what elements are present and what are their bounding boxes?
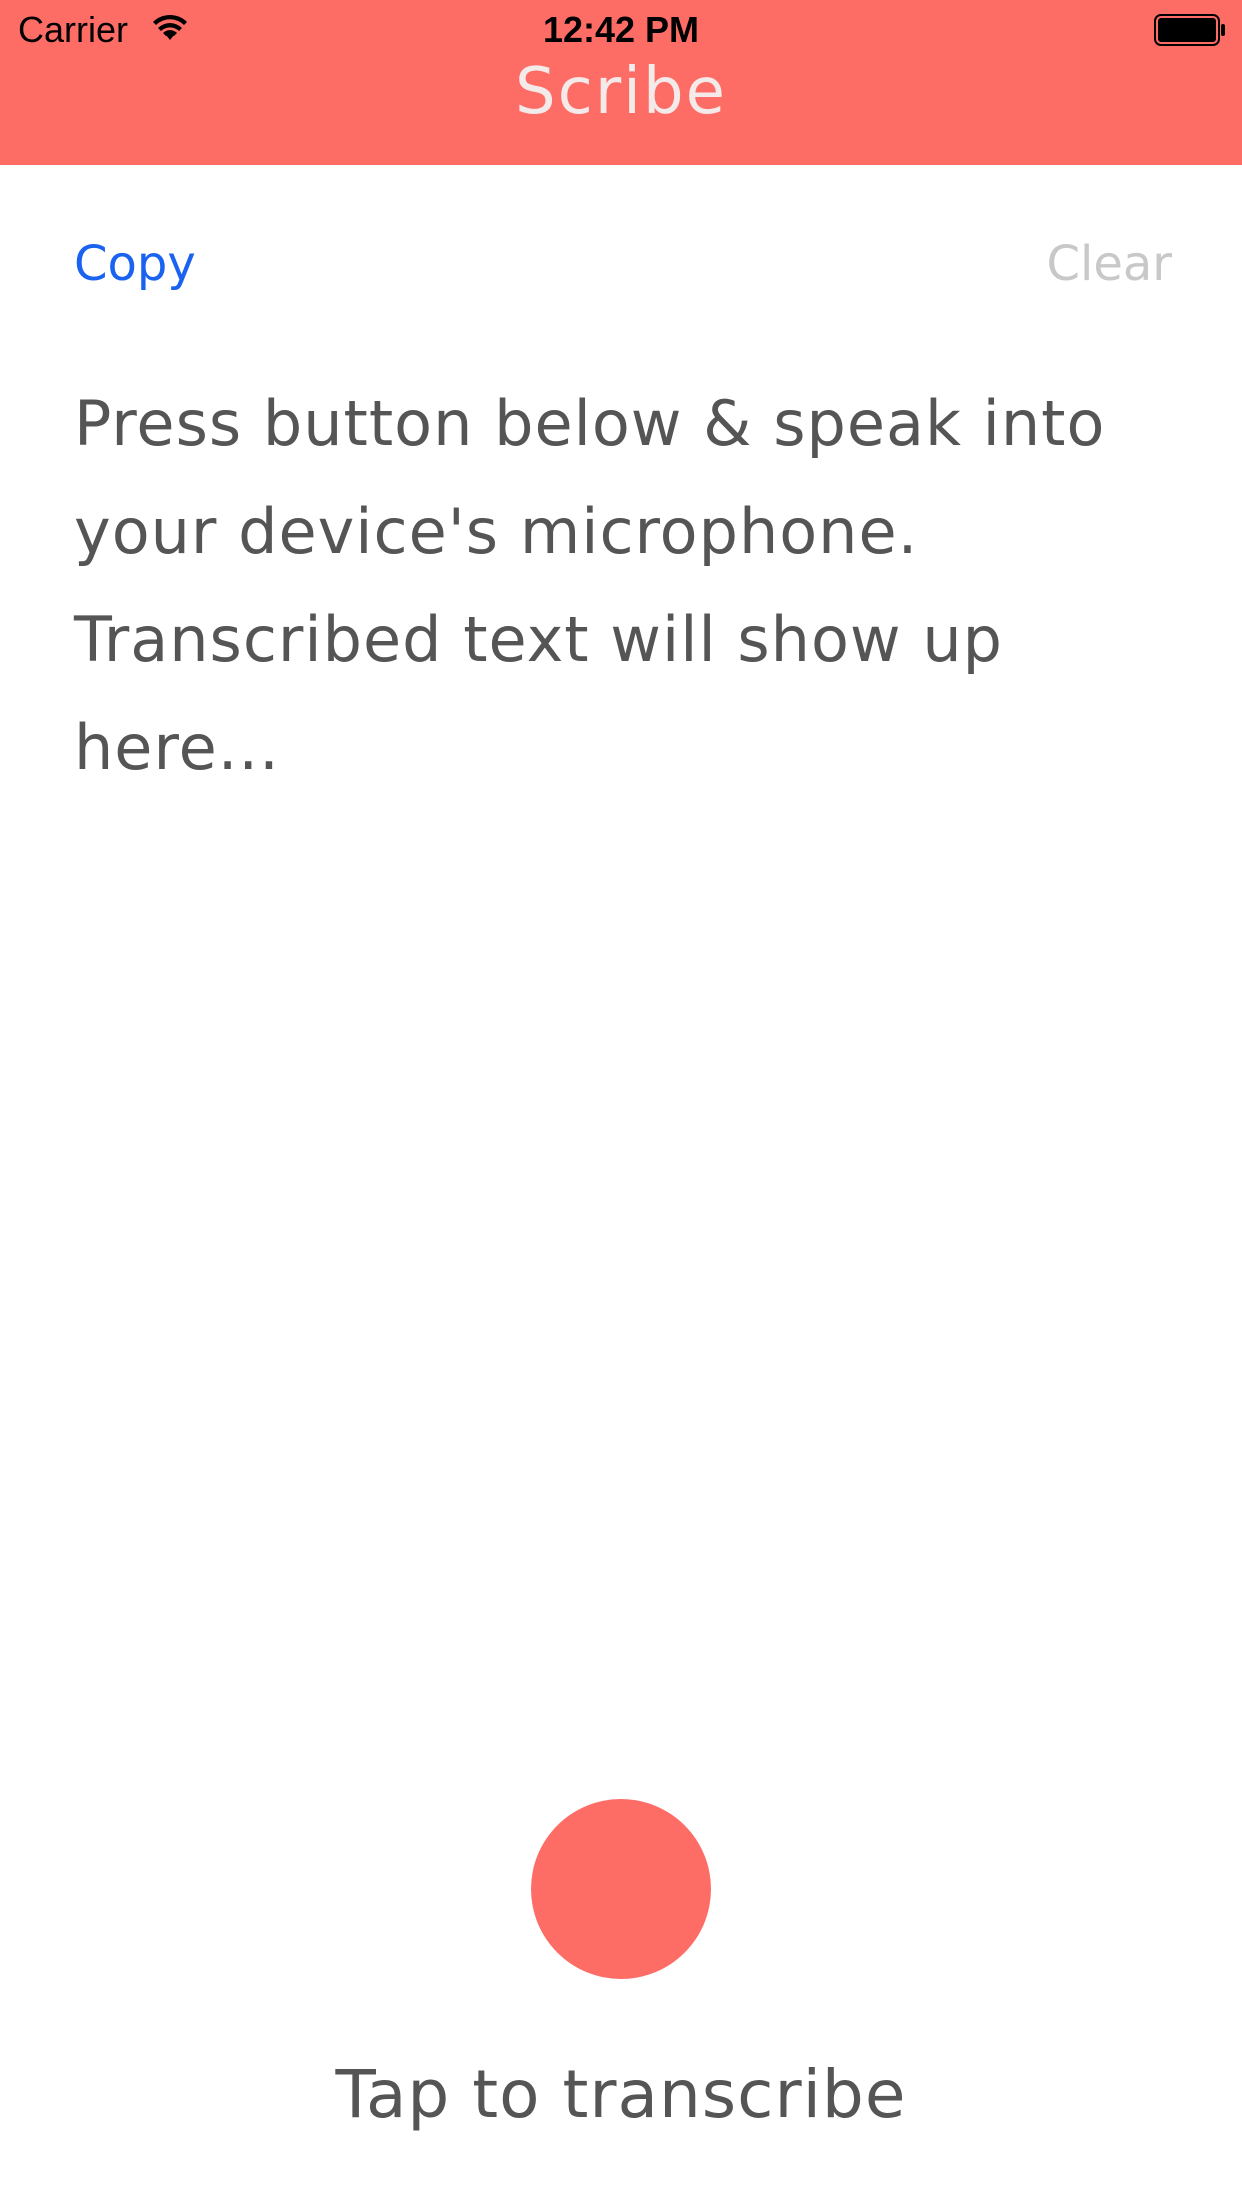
copy-button[interactable]: Copy [74,232,196,296]
clear-button[interactable]: Clear [1046,232,1172,296]
battery-icon [1154,14,1225,46]
record-caption: Tap to transcribe [335,2056,907,2133]
app-title: Scribe [515,55,727,129]
record-button[interactable] [531,1799,711,1979]
transcript-text[interactable]: Press button below & speak into your dev… [74,370,1134,802]
header-bar: Carrier 12:42 PM Scribe [0,0,1242,165]
status-time: 12:42 PM [542,9,700,50]
app-screen: Carrier 12:42 PM Scribe Copy Clear Press… [0,0,1242,2208]
